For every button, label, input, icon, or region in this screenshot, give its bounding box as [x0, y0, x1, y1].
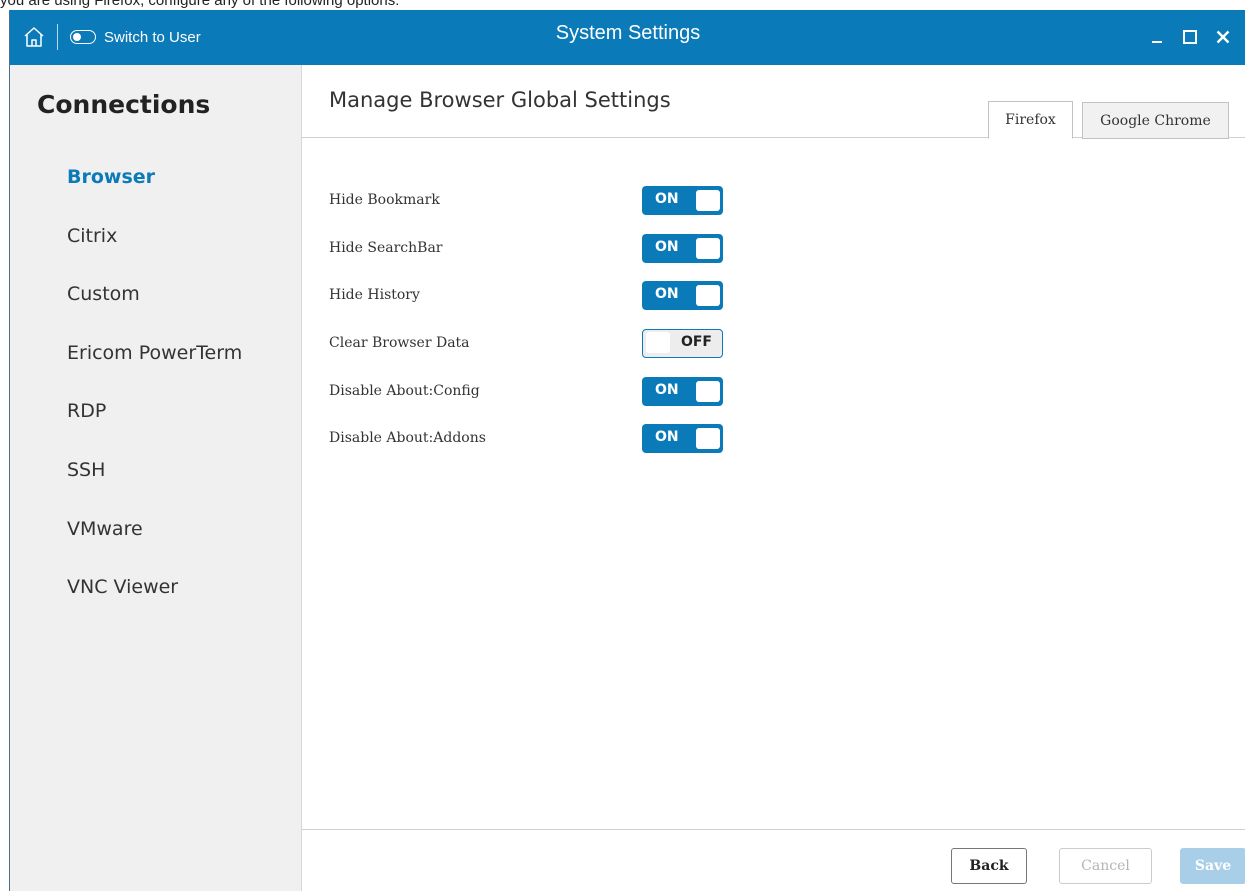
- cancel-button[interactable]: Cancel: [1059, 848, 1152, 884]
- caption-text: you are using Firefox, configure any of …: [0, 0, 400, 9]
- toggle-knob: [696, 381, 720, 402]
- switch-to-user-button[interactable]: Switch to User: [70, 23, 201, 51]
- home-icon[interactable]: [22, 25, 46, 49]
- toggle-state: ON: [655, 239, 679, 255]
- sidebar-item-custom[interactable]: Custom: [67, 283, 140, 305]
- sidebar-item-vmware[interactable]: VMware: [67, 518, 143, 540]
- sidebar-item-ssh[interactable]: SSH: [67, 459, 105, 481]
- hide-history-toggle[interactable]: ON: [642, 281, 723, 310]
- hide-bookmark-toggle[interactable]: ON: [642, 186, 723, 215]
- hide-searchbar-toggle[interactable]: ON: [642, 234, 723, 263]
- toggle-state: ON: [655, 286, 679, 302]
- toggle-state: ON: [655, 382, 679, 398]
- back-button[interactable]: Back: [951, 848, 1027, 884]
- disable-about-addons-toggle[interactable]: ON: [642, 424, 723, 453]
- sidebar-item-citrix[interactable]: Citrix: [67, 225, 117, 247]
- setting-label: Clear Browser Data: [329, 335, 470, 351]
- toggle-knob: [696, 238, 720, 259]
- setting-row-hide-bookmark: Hide Bookmark ON: [329, 186, 759, 216]
- title-separator: [57, 24, 58, 50]
- system-settings-window: Switch to User System Settings Connectio…: [9, 10, 1245, 891]
- setting-label: Hide Bookmark: [329, 192, 440, 208]
- toggle-state: OFF: [680, 334, 712, 350]
- sidebar: Connections Browser Citrix Custom Ericom…: [10, 65, 302, 891]
- page-caption: you are using Firefox, configure any of …: [0, 0, 1245, 10]
- toggle-knob: [696, 190, 720, 211]
- maximize-icon[interactable]: [1178, 24, 1202, 50]
- title-bar: Switch to User System Settings: [10, 10, 1245, 65]
- setting-row-hide-searchbar: Hide SearchBar ON: [329, 234, 759, 264]
- clear-browser-data-toggle[interactable]: OFF: [642, 329, 723, 358]
- setting-label: Disable About:Addons: [329, 430, 486, 446]
- sidebar-title: Connections: [37, 90, 211, 119]
- setting-label: Disable About:Config: [329, 383, 480, 399]
- toggle-state: ON: [655, 191, 679, 207]
- page-title: Manage Browser Global Settings: [329, 88, 671, 112]
- setting-row-clear-browser-data: Clear Browser Data OFF: [329, 329, 759, 359]
- sidebar-item-vnc-viewer[interactable]: VNC Viewer: [67, 576, 178, 598]
- toggle-knob: [646, 332, 670, 353]
- tab-firefox[interactable]: Firefox: [988, 101, 1073, 139]
- tab-google-chrome[interactable]: Google Chrome: [1082, 102, 1229, 139]
- sidebar-item-browser[interactable]: Browser: [67, 166, 155, 188]
- minimize-icon[interactable]: [1145, 24, 1169, 50]
- toggle-icon: [70, 30, 96, 44]
- setting-row-disable-about-config: Disable About:Config ON: [329, 377, 759, 407]
- footer-divider: [302, 829, 1245, 830]
- setting-label: Hide SearchBar: [329, 240, 443, 256]
- disable-about-config-toggle[interactable]: ON: [642, 377, 723, 406]
- save-button[interactable]: Save: [1180, 848, 1245, 884]
- close-icon[interactable]: [1210, 24, 1236, 50]
- switch-to-user-label: Switch to User: [104, 28, 201, 46]
- sidebar-item-rdp[interactable]: RDP: [67, 400, 106, 422]
- toggle-knob: [696, 428, 720, 449]
- toggle-state: ON: [655, 429, 679, 445]
- main-panel: Manage Browser Global Settings Google Ch…: [302, 65, 1245, 891]
- setting-row-hide-history: Hide History ON: [329, 281, 759, 311]
- setting-row-disable-about-addons: Disable About:Addons ON: [329, 424, 759, 454]
- toggle-knob: [696, 285, 720, 306]
- sidebar-item-ericom-powerterm[interactable]: Ericom PowerTerm: [67, 342, 242, 364]
- setting-label: Hide History: [329, 287, 420, 303]
